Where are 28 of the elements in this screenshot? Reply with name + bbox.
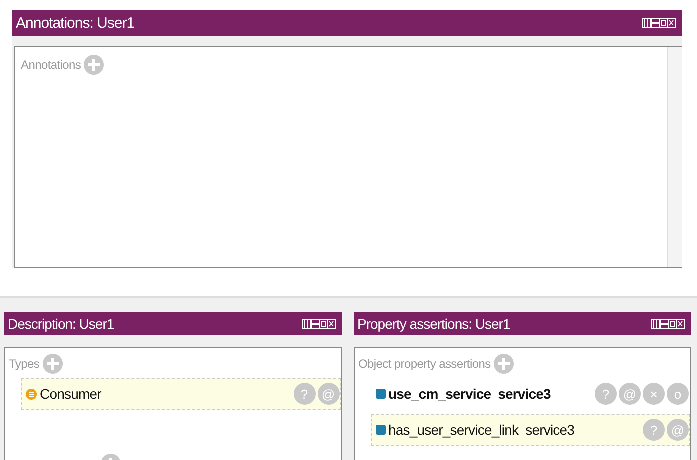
window-controls-icon[interactable] <box>642 18 676 28</box>
add-icon[interactable] <box>42 354 63 374</box>
section-label: Annotations <box>21 58 82 72</box>
add-icon[interactable] <box>84 55 104 75</box>
action-button[interactable]: ? <box>595 383 617 405</box>
action-button[interactable]: ? <box>643 419 665 441</box>
list-row[interactable]: has_user_service_link service3 ? @ <box>370 414 690 446</box>
row-text: Consumer <box>40 386 102 402</box>
window-controls-icon[interactable] <box>651 318 685 328</box>
panel-title: Property assertions: User1 <box>358 316 510 332</box>
property-icon <box>376 389 386 399</box>
class-icon <box>26 388 37 400</box>
window-controls-icon[interactable] <box>302 318 336 328</box>
list-row[interactable]: Consumer ? @ <box>21 378 340 410</box>
row-text: use_cm_service service3 <box>388 386 551 402</box>
action-button[interactable]: @ <box>619 383 641 405</box>
action-button[interactable]: @ <box>318 383 340 405</box>
section-label: Types <box>9 357 40 371</box>
scrollbar[interactable] <box>667 47 682 267</box>
section-label: Object property assertions <box>358 357 491 371</box>
action-button[interactable]: × <box>643 383 665 405</box>
action-button[interactable]: @ <box>667 419 689 441</box>
panel-title: Annotations: User1 <box>16 14 135 32</box>
property-icon <box>376 425 386 435</box>
panel-title: Description: User1 <box>8 316 114 332</box>
add-icon[interactable] <box>494 354 514 374</box>
row-text: has_user_service_link service3 <box>388 422 575 438</box>
action-button[interactable]: ? <box>294 383 316 405</box>
